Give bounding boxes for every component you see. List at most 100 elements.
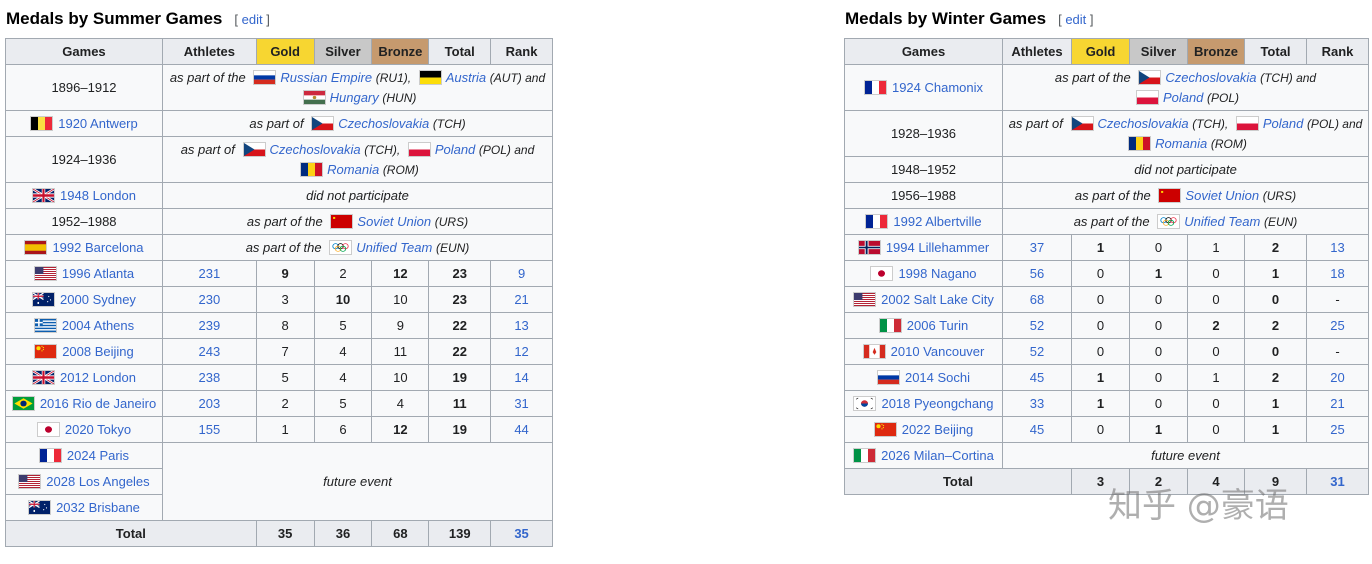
col-total[interactable]: Total [1244,38,1307,65]
athletes-cell[interactable]: 68 [1002,286,1072,313]
country-link[interactable]: Poland [1263,116,1303,131]
games-link[interactable]: 1994 Lillehammer [886,240,989,255]
winter-header-row: Games Athletes Gold Silver Bronze Total … [844,38,1369,65]
athletes-cell[interactable]: 238 [161,364,257,391]
rank-cell[interactable]: 13 [1306,234,1369,261]
table-row: 2000 Sydney 230 3 10 10 23 21 [5,286,553,313]
summer-edit-link[interactable]: edit [242,12,263,27]
rank-cell[interactable]: 31 [490,390,553,417]
games-link[interactable]: 2020 Tokyo [65,422,131,437]
games-link[interactable]: 2014 Sochi [905,370,970,385]
total-rank[interactable]: 31 [1306,468,1369,495]
games-link[interactable]: 1998 Nagano [898,266,976,281]
games-link[interactable]: 2004 Athens [62,318,134,333]
winter-medals-section: Medals by Winter Games [ edit ] Games At… [844,0,1369,495]
athletes-cell[interactable]: 231 [161,260,257,287]
athletes-cell[interactable]: 52 [1002,312,1072,339]
games-link[interactable]: 2026 Milan–Cortina [881,448,994,463]
athletes-cell[interactable]: 155 [161,416,257,443]
table-row: 1896–1912 as part of the Russian Empire … [5,64,554,111]
games-link[interactable]: 2012 London [60,370,136,385]
country-link[interactable]: Soviet Union [357,214,431,229]
col-silver[interactable]: Silver [313,38,373,65]
country-link[interactable]: Hungary [330,90,379,105]
games-link[interactable]: 2008 Beijing [62,344,134,359]
rank-cell[interactable]: 21 [1306,390,1369,417]
bronze-cell: 10 [371,364,430,391]
total-total: 139 [428,520,492,547]
col-rank[interactable]: Rank [490,38,553,65]
games-link[interactable]: 2028 Los Angeles [46,474,149,489]
country-link[interactable]: Unified Team [1184,214,1260,229]
col-gold[interactable]: Gold [1071,38,1130,65]
summer-medals-table: Games Athletes Gold Silver Bronze Total … [5,38,554,547]
athletes-cell[interactable]: 45 [1002,416,1072,443]
rank-cell[interactable]: 20 [1306,364,1369,391]
country-link[interactable]: Czechoslovakia [270,142,361,157]
athletes-cell[interactable]: 239 [161,312,257,339]
country-link[interactable]: Poland [1163,90,1203,105]
winter-edit-link[interactable]: edit [1065,12,1086,27]
country-link[interactable]: Romania [1155,136,1207,151]
games-link[interactable]: 2002 Salt Lake City [881,292,994,307]
athletes-cell[interactable]: 33 [1002,390,1072,417]
col-bronze[interactable]: Bronze [1187,38,1245,65]
col-athletes[interactable]: Athletes [1002,38,1072,65]
country-link[interactable]: Czechoslovakia [1165,70,1256,85]
games-link[interactable]: 2006 Turin [907,318,968,333]
col-gold[interactable]: Gold [255,38,315,65]
games-link[interactable]: 1996 Atlanta [62,266,134,281]
rank-cell[interactable]: 18 [1306,260,1369,287]
soviet-union-flag-icon [330,213,354,229]
country-link[interactable]: Czechoslovakia [338,116,429,131]
athletes-cell[interactable]: 243 [161,338,257,365]
games-link[interactable]: 2032 Brisbane [56,500,140,515]
athletes-cell[interactable]: 37 [1002,234,1072,261]
col-games[interactable]: Games [844,38,1003,65]
games-link[interactable]: 1924 Chamonix [892,80,983,95]
rank-cell[interactable]: 9 [490,260,553,287]
col-silver[interactable]: Silver [1129,38,1188,65]
col-total[interactable]: Total [428,38,492,65]
games-link[interactable]: 1920 Antwerp [58,116,138,131]
country-link[interactable]: Poland [435,142,475,157]
col-games[interactable]: Games [5,38,163,65]
athletes-cell[interactable]: 52 [1002,338,1072,365]
athletes-cell[interactable]: 45 [1002,364,1072,391]
total-rank[interactable]: 35 [490,520,553,547]
rank-cell[interactable]: 25 [1306,416,1369,443]
games-link[interactable]: 1992 Albertville [893,214,981,229]
italy-flag-icon [853,448,877,463]
country-link[interactable]: Austria [446,70,486,85]
games-link[interactable]: 2024 Paris [67,448,129,463]
games-link[interactable]: 2018 Pyeongchang [881,396,993,411]
total-bronze: 68 [371,520,430,547]
table-row: 1996 Atlanta 231 9 2 12 23 9 [5,260,553,287]
rank-cell[interactable]: 14 [490,364,553,391]
games-link[interactable]: 1948 London [60,188,136,203]
country-link[interactable]: Soviet Union [1185,188,1259,203]
athletes-cell[interactable]: 203 [161,390,257,417]
games-link[interactable]: 2010 Vancouver [891,344,985,359]
games-link[interactable]: 2000 Sydney [60,292,136,307]
gold-cell: 0 [1071,338,1130,365]
rank-cell[interactable]: 25 [1306,312,1369,339]
rank-cell[interactable]: 21 [490,286,553,313]
games-cell: 2028 Los Angeles [5,468,163,495]
col-rank[interactable]: Rank [1306,38,1369,65]
athletes-cell[interactable]: 230 [161,286,257,313]
games-link[interactable]: 1992 Barcelona [52,240,143,255]
col-athletes[interactable]: Athletes [161,38,257,65]
country-link[interactable]: Unified Team [356,240,432,255]
rank-cell[interactable]: 13 [490,312,553,339]
country-link[interactable]: Czechoslovakia [1098,116,1189,131]
winter-heading: Medals by Winter Games [845,9,1047,28]
country-link[interactable]: Romania [327,162,379,177]
games-link[interactable]: 2016 Rio de Janeiro [40,396,156,411]
rank-cell[interactable]: 44 [490,416,553,443]
athletes-cell[interactable]: 56 [1002,260,1072,287]
rank-cell[interactable]: 12 [490,338,553,365]
country-link[interactable]: Russian Empire [280,70,372,85]
games-link[interactable]: 2022 Beijing [902,422,974,437]
col-bronze[interactable]: Bronze [371,38,430,65]
